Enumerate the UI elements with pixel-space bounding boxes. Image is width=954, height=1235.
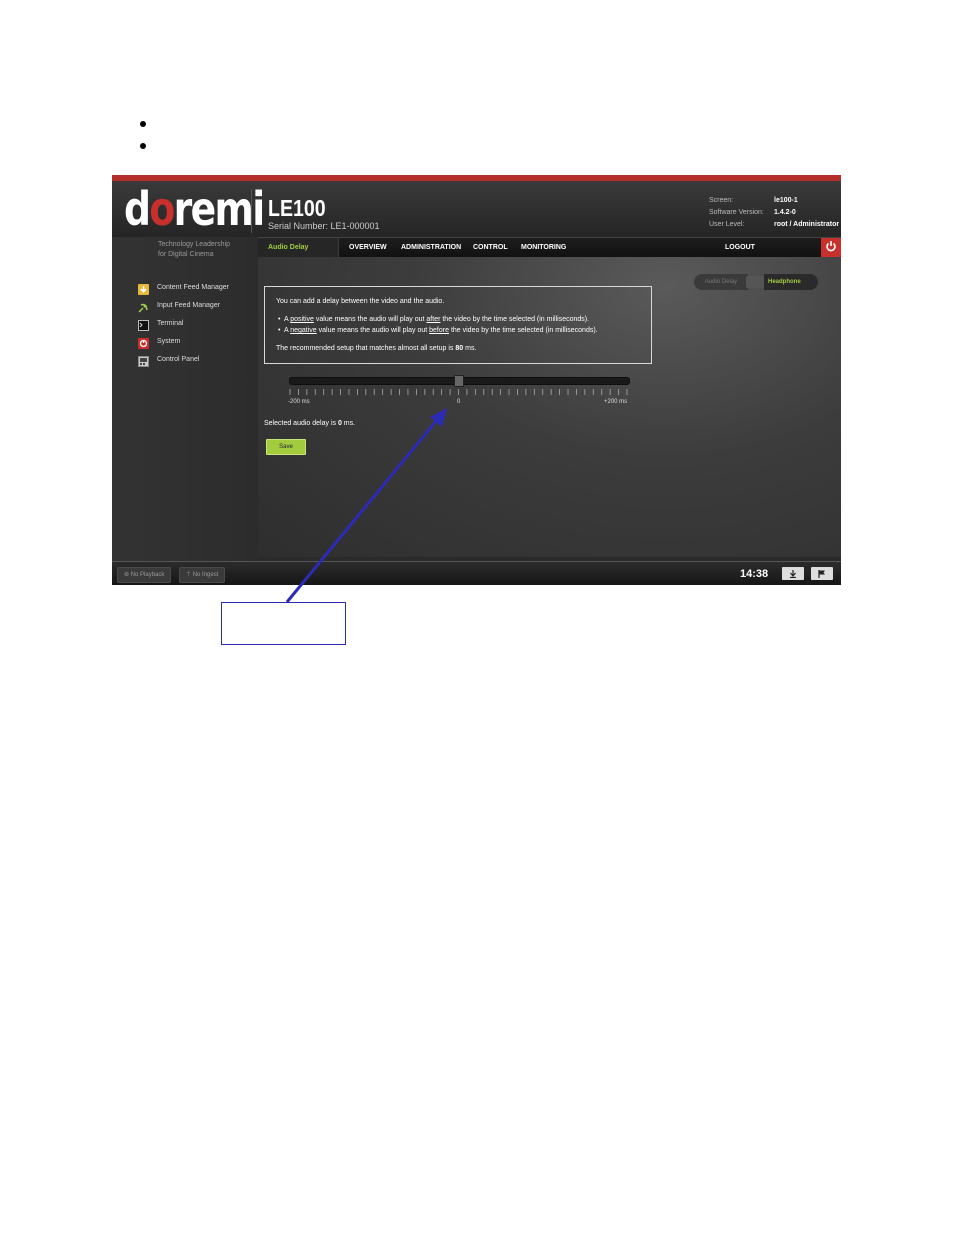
flag-icon <box>818 565 826 583</box>
tab-control[interactable]: CONTROL <box>473 244 508 251</box>
toggle-knob[interactable] <box>746 276 764 288</box>
tagline: Technology Leadership for Digital Cinema <box>158 240 230 260</box>
sidebar-item-input-feed-manager[interactable]: Input Feed Manager <box>138 299 221 313</box>
top-navigation: Audio Delay OVERVIEW ADMINISTRATION CONT… <box>258 237 841 258</box>
product-name: LE100 <box>268 195 326 221</box>
toggle-headphone[interactable]: Headphone <box>764 274 818 290</box>
system-icon <box>138 336 149 349</box>
ingest-status-button[interactable]: ⇡ No Ingest <box>179 567 226 583</box>
screen-value: le100-1 <box>774 197 798 204</box>
info-positive-line: • A positive value means the audio will … <box>278 316 590 323</box>
playback-icon: ⊛ <box>124 572 130 578</box>
flag-button[interactable] <box>811 567 833 580</box>
download-button[interactable] <box>782 567 804 580</box>
terminal-icon <box>138 318 149 331</box>
ingest-status-label: No Ingest <box>192 572 219 578</box>
user-level-label: User Level: <box>709 221 745 228</box>
sidebar-item-label: Content Feed Manager <box>157 283 229 291</box>
tab-overview[interactable]: OVERVIEW <box>349 244 387 251</box>
selected-delay-text: Selected audio delay is 0 ms. <box>264 420 356 427</box>
header: doremi LE100 Serial Number: LE1-000001 S… <box>112 181 841 237</box>
delay-slider-handle[interactable] <box>453 375 464 387</box>
info-recommendation: The recommended setup that matches almos… <box>276 345 477 352</box>
tagline-line-1: Technology Leadership <box>158 241 230 248</box>
version-value: 1.4.2-0 <box>774 209 796 216</box>
user-level-value: root / Administrator <box>774 221 840 228</box>
playback-status-label: No Playback <box>130 572 165 578</box>
sidebar-item-content-feed-manager[interactable]: Content Feed Manager <box>138 281 229 295</box>
sidebar-item-control-panel[interactable]: Control Panel <box>138 353 200 367</box>
header-divider <box>251 189 252 233</box>
info-intro: You can add a delay between the video an… <box>276 298 445 305</box>
playback-status-button[interactable]: ⊛ No Playback <box>117 567 172 583</box>
power-icon <box>825 239 837 257</box>
clock: 14:38 <box>740 568 769 580</box>
sidebar-item-terminal[interactable]: Terminal <box>138 317 184 331</box>
doc-bullet-2 <box>140 143 146 149</box>
tagline-line-2: for Digital Cinema <box>158 251 214 258</box>
control-panel-icon <box>138 354 149 367</box>
doremi-logo: doremi <box>124 182 265 236</box>
sidebar-item-label: Control Panel <box>157 355 200 363</box>
tab-monitoring[interactable]: MONITORING <box>521 244 566 251</box>
download-icon <box>138 282 149 295</box>
screen-label: Screen: <box>709 197 734 204</box>
power-button[interactable] <box>821 238 841 258</box>
tab-audio-delay[interactable]: Audio Delay <box>268 244 308 251</box>
version-label: Software Version: <box>709 209 764 216</box>
info-negative-line: • A negative value means the audio will … <box>278 327 598 334</box>
sidebar: Technology Leadership for Digital Cinema… <box>112 237 258 561</box>
serial-number: Serial Number: LE1-000001 <box>268 221 380 231</box>
toggle-audio-delay[interactable]: Audio Delay <box>694 274 748 290</box>
sidebar-item-label: Terminal <box>157 319 184 327</box>
info-box: You can add a delay between the video an… <box>264 286 652 364</box>
slider-ticks <box>289 389 628 395</box>
logout-link[interactable]: LOGOUT <box>725 244 755 251</box>
sidebar-item-label: System <box>157 337 181 345</box>
slider-min-label: -200 ms <box>288 399 310 405</box>
sidebar-item-system[interactable]: System <box>138 335 181 349</box>
satellite-icon <box>138 300 149 313</box>
download-icon <box>789 565 797 583</box>
ingest-icon: ⇡ <box>186 572 192 578</box>
save-button[interactable]: Save <box>266 439 306 455</box>
main-content: Audio Delay Headphone You can add a dela… <box>258 257 841 557</box>
slider-mid-label: 0 <box>457 399 461 405</box>
tab-administration[interactable]: ADMINISTRATION <box>401 244 461 251</box>
callout-box <box>221 602 346 645</box>
status-bar: ⊛ No Playback ⇡ No Ingest 14:38 <box>112 561 841 585</box>
sidebar-item-label: Input Feed Manager <box>157 301 221 309</box>
output-toggle[interactable]: Audio Delay Headphone <box>694 274 818 290</box>
app-screenshot: doremi LE100 Serial Number: LE1-000001 S… <box>112 175 841 585</box>
slider-max-label: +200 ms <box>604 399 628 405</box>
doc-bullet-1 <box>140 121 146 127</box>
